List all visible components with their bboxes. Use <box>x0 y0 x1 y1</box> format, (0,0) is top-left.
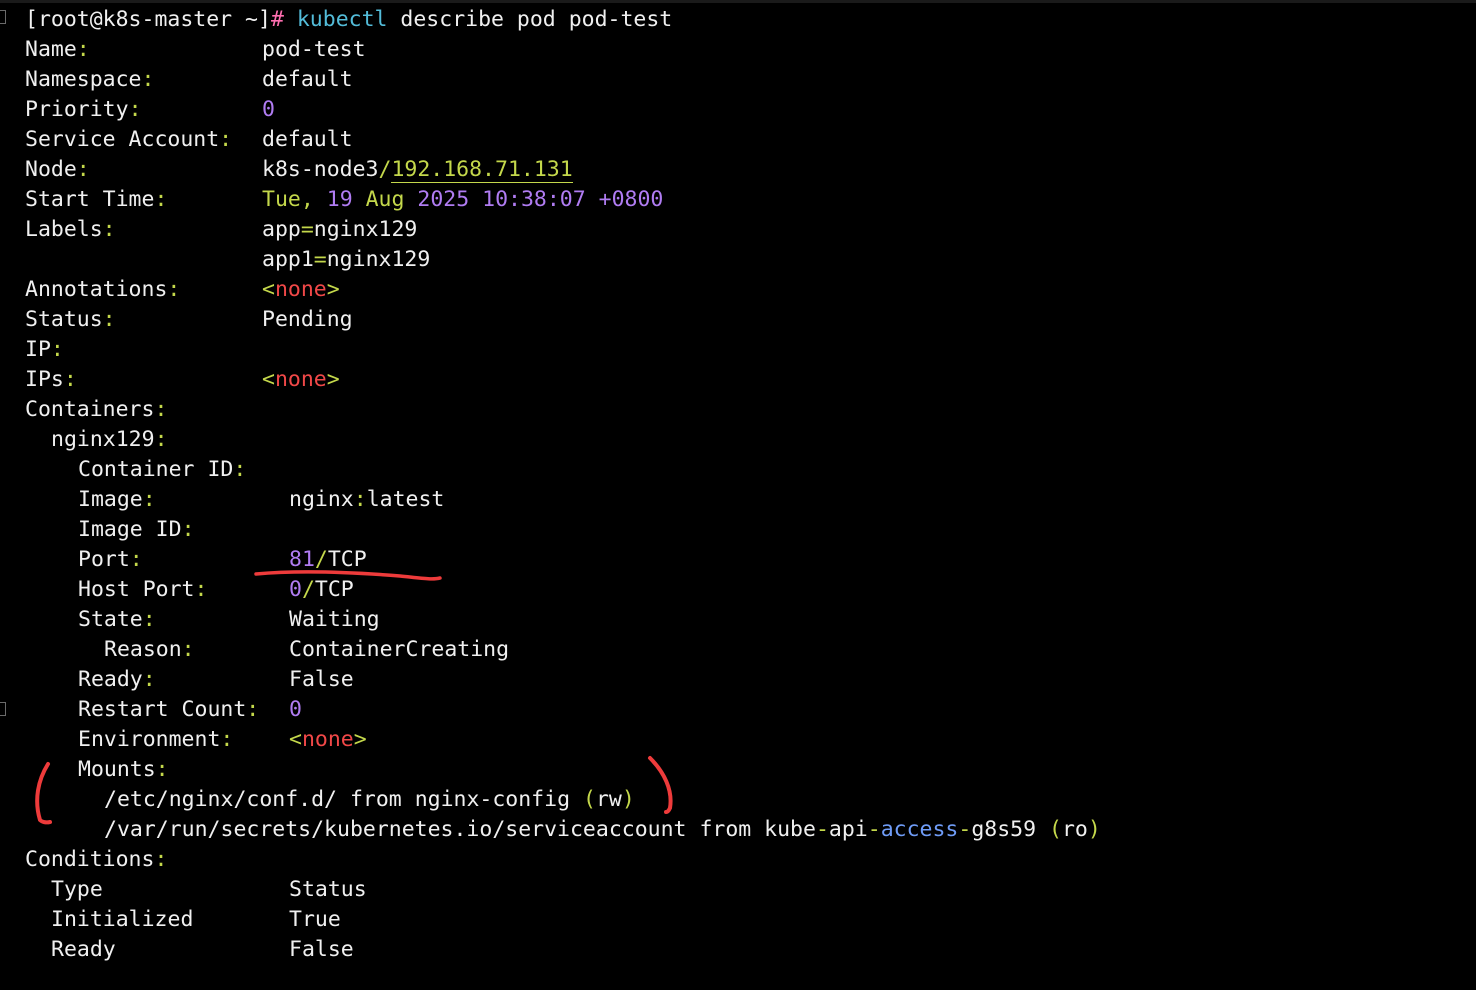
field-label: Restart Count <box>78 697 247 722</box>
field-label: Image ID <box>78 517 182 542</box>
environment-value: <none> <box>289 727 367 752</box>
ips-value: <none> <box>262 367 340 392</box>
host-port-value: 0/TCP <box>289 577 354 602</box>
right-bracket-mark <box>648 756 673 814</box>
start-clock: 10:38:07 <box>482 187 586 212</box>
conditions-col-type: Type <box>51 877 103 902</box>
field-label: IPs <box>25 367 64 392</box>
field-label: Ready <box>78 667 143 692</box>
command-args: describe pod pod-test <box>400 7 673 32</box>
field-label: Port <box>78 547 130 572</box>
status-value: Pending <box>262 307 353 332</box>
prompt-line: [root@k8s-master ~]# kubectl describe po… <box>25 5 672 35</box>
left-bracket-mark <box>35 762 52 825</box>
terminal-top-edge <box>0 0 1476 3</box>
field-label: Priority <box>25 97 129 122</box>
gutter-marker <box>0 10 6 24</box>
gutter-marker <box>0 702 6 716</box>
priority-value: 0 <box>262 97 275 122</box>
field-label: Containers <box>25 397 155 422</box>
start-month: Aug <box>365 187 405 212</box>
start-day: Tue <box>262 187 301 212</box>
field-label: Name <box>25 37 77 62</box>
field-label: Reason <box>104 637 182 662</box>
pod-name-value: pod-test <box>262 37 366 62</box>
start-tz: +0800 <box>598 187 664 212</box>
label-entry: app=nginx129 <box>262 217 418 242</box>
image-value: nginx:latest <box>289 487 445 512</box>
field-label: State <box>78 607 143 632</box>
field-label: Conditions <box>25 847 155 872</box>
field-label: Service Account <box>25 127 220 152</box>
annotations-value: <none> <box>262 277 340 302</box>
namespace-value: default <box>262 67 353 92</box>
field-label: Host Port <box>78 577 195 602</box>
start-date: 19 <box>326 187 353 212</box>
field-label: Namespace <box>25 67 142 92</box>
field-label: Labels <box>25 217 103 242</box>
field-label: Annotations <box>25 277 168 302</box>
service-account-value: default <box>262 127 353 152</box>
container-name: nginx129 <box>51 427 155 452</box>
field-label: Status <box>25 307 103 332</box>
terminal-window[interactable]: [root@k8s-master ~]# kubectl describe po… <box>0 0 1476 990</box>
restart-count-value: 0 <box>289 697 302 722</box>
ready-value: False <box>289 667 354 692</box>
port-value: 81/TCP <box>289 547 367 572</box>
state-value: Waiting <box>289 607 380 632</box>
field-label: Image <box>78 487 143 512</box>
prompt-hash: # <box>270 7 284 32</box>
field-label: IP <box>25 337 51 362</box>
reason-value: ContainerCreating <box>289 637 510 662</box>
field-label: Container ID <box>78 457 234 482</box>
prompt-user-host: [root@k8s-master ~] <box>25 7 271 32</box>
label-entry: app1=nginx129 <box>262 247 431 272</box>
conditions-col-status: Status <box>289 877 367 902</box>
field-label: Mounts <box>78 757 156 782</box>
field-label: Node <box>25 157 77 182</box>
field-label: Start Time <box>25 187 155 212</box>
command-name: kubectl <box>296 7 388 32</box>
node-ip-link[interactable]: 192.168.71.131 <box>391 157 573 183</box>
start-year: 2025 <box>417 187 470 212</box>
node-name-value: k8s-node3 <box>262 157 379 182</box>
field-label: Environment <box>78 727 221 752</box>
